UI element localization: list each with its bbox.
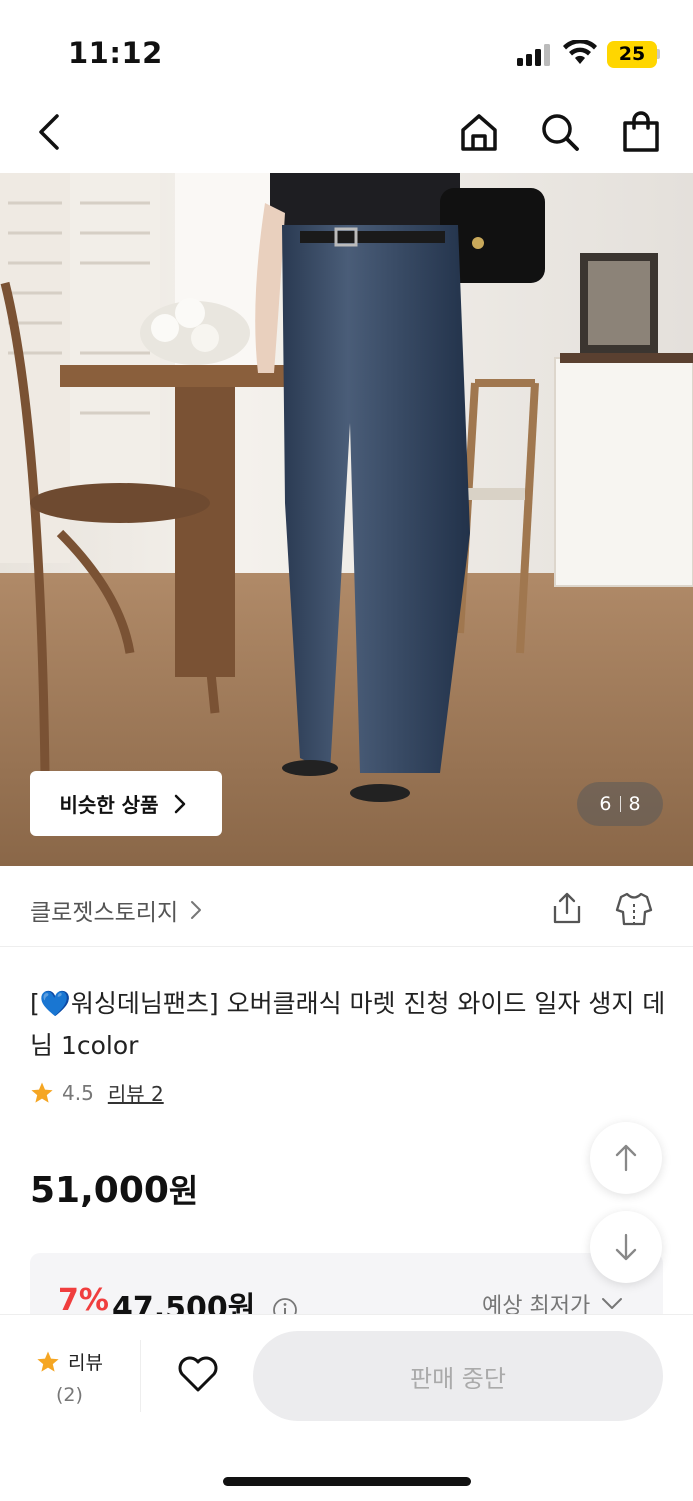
product-photo [0,173,693,866]
arrow-down-icon [615,1233,637,1261]
brand-name: 클로젯스토리지 [30,900,179,926]
review-tab[interactable]: 리뷰 [36,1348,103,1375]
similar-products-label: 비슷한 상품 [59,793,159,817]
cart-button[interactable] [617,108,665,156]
review-link[interactable]: 리뷰 2 [108,1078,164,1107]
chevron-right-icon [175,794,186,813]
price-value: 51,000 [30,1170,169,1211]
heart-icon [178,1356,218,1392]
wifi-icon [563,40,597,64]
scroll-up-button[interactable] [590,1122,662,1194]
arrow-up-icon [615,1144,637,1172]
product-title: [💙워싱데님팬츠] 오버클래식 마렛 진청 와이드 일자 생지 데님 1colo… [30,989,666,1060]
section-divider [0,946,693,947]
original-price: 51,000원 [30,1166,198,1212]
home-button[interactable] [455,108,503,156]
image-counter: 6 8 [577,782,663,826]
chevron-down-icon [602,1298,623,1309]
discount-rate: 7% [58,1283,109,1318]
bottom-divider [140,1340,141,1412]
rating-row: 4.5 리뷰 2 [30,1078,164,1107]
similar-products-button[interactable]: 비슷한 상품 [30,771,222,836]
price-unit: 원 [168,1172,199,1210]
sold-out-label: 판매 중단 [410,1364,506,1393]
home-icon [461,114,497,151]
rating-value: 4.5 [62,1080,94,1105]
sold-out-button[interactable]: 판매 중단 [253,1331,663,1421]
status-time: 11:12 [68,36,163,70]
battery-icon: 25 [607,41,657,68]
star-icon [31,1082,53,1103]
outfit-button[interactable] [610,884,658,932]
search-button[interactable] [536,108,584,156]
signal-icon [517,44,550,66]
image-counter-total: 8 [628,793,641,815]
review-count: (2) [56,1384,83,1406]
battery-level: 25 [618,43,646,65]
like-button[interactable] [174,1350,222,1398]
brand-link[interactable]: 클로젯스토리지 [30,893,204,927]
home-indicator [223,1477,471,1486]
review-tab-label: 리뷰 [68,1352,103,1374]
back-button[interactable] [26,108,74,156]
chevron-right-icon [191,901,202,919]
search-icon [542,114,579,151]
star-icon [37,1351,59,1372]
product-image[interactable] [0,173,693,866]
share-button[interactable] [543,884,591,932]
clothing-icon [615,892,653,926]
scroll-down-button[interactable] [590,1211,662,1283]
battery-cap [657,49,660,59]
counter-separator [619,796,621,812]
share-icon [553,892,581,924]
shopping-bag-icon [623,111,659,152]
image-counter-current: 6 [599,793,612,815]
back-icon [39,114,59,150]
